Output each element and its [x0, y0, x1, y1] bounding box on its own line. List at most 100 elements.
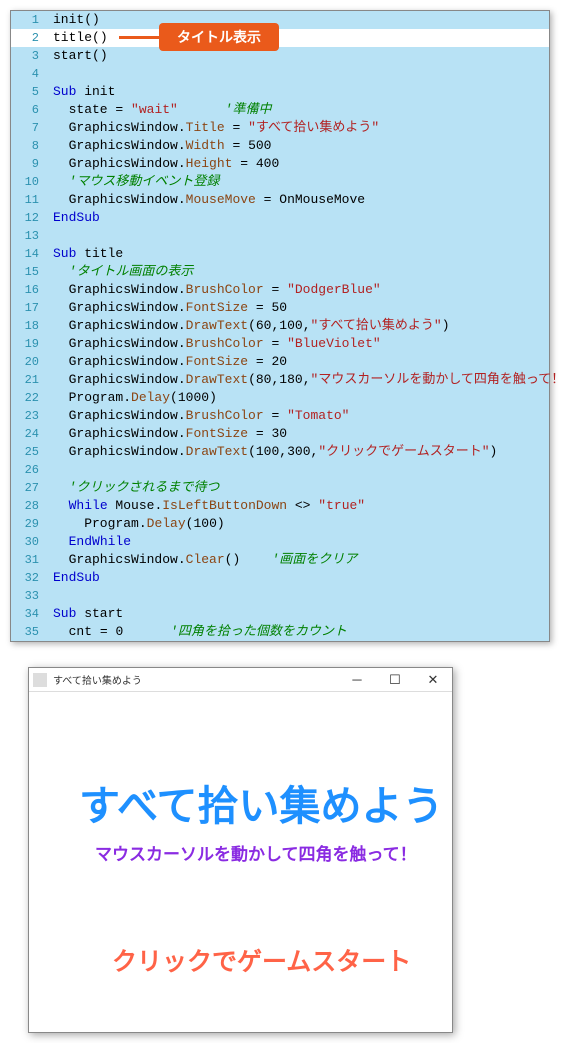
code-line[interactable]: 17 GraphicsWindow.FontSize = 50 — [11, 299, 549, 317]
code-content[interactable]: Sub start — [47, 605, 549, 623]
line-number: 25 — [11, 443, 47, 461]
line-number: 20 — [11, 353, 47, 371]
code-line[interactable]: 12EndSub — [11, 209, 549, 227]
window-title: すべて拾い集めよう — [51, 672, 338, 687]
code-line[interactable]: 32EndSub — [11, 569, 549, 587]
code-line[interactable]: 21 GraphicsWindow.DrawText(80,180,"マウスカー… — [11, 371, 549, 389]
code-line[interactable]: 35 cnt = 0 '四角を拾った個数をカウント — [11, 623, 549, 641]
code-line[interactable]: 16 GraphicsWindow.BrushColor = "DodgerBl… — [11, 281, 549, 299]
line-number: 14 — [11, 245, 47, 263]
line-number: 28 — [11, 497, 47, 515]
code-content[interactable]: GraphicsWindow.BrushColor = "DodgerBlue" — [47, 281, 549, 299]
code-content[interactable]: GraphicsWindow.FontSize = 20 — [47, 353, 549, 371]
code-line[interactable]: 8 GraphicsWindow.Width = 500 — [11, 137, 549, 155]
code-line[interactable]: 18 GraphicsWindow.DrawText(60,100,"すべて拾い… — [11, 317, 549, 335]
output-window: すべて拾い集めよう ─ ☐ ✕ すべて拾い集めよう マウスカーソルを動かして四角… — [28, 667, 453, 1033]
line-number: 23 — [11, 407, 47, 425]
line-number: 10 — [11, 173, 47, 191]
code-content[interactable]: GraphicsWindow.DrawText(60,100,"すべて拾い集めよ… — [47, 317, 549, 335]
code-content[interactable]: GraphicsWindow.Title = "すべて拾い集めよう" — [47, 119, 549, 137]
code-content[interactable]: Program.Delay(1000) — [47, 389, 549, 407]
code-line[interactable]: 22 Program.Delay(1000) — [11, 389, 549, 407]
code-line[interactable]: 24 GraphicsWindow.FontSize = 30 — [11, 425, 549, 443]
code-content[interactable]: 'タイトル画面の表示 — [47, 263, 549, 281]
code-line[interactable]: 27 'クリックされるまで待つ — [11, 479, 549, 497]
code-content[interactable]: GraphicsWindow.Height = 400 — [47, 155, 549, 173]
code-content[interactable]: cnt = 0 '四角を拾った個数をカウント — [47, 623, 549, 641]
code-content[interactable]: Sub init — [47, 83, 549, 101]
code-content[interactable]: Program.Delay(100) — [47, 515, 549, 533]
close-button[interactable]: ✕ — [414, 672, 452, 688]
line-number: 21 — [11, 371, 47, 389]
code-content[interactable]: GraphicsWindow.BrushColor = "BlueViolet" — [47, 335, 549, 353]
code-content[interactable]: GraphicsWindow.DrawText(100,300,"クリックでゲー… — [47, 443, 549, 461]
code-line[interactable]: 6 state = "wait" '準備中 — [11, 101, 549, 119]
line-number: 22 — [11, 389, 47, 407]
start-text: クリックでゲームスタート — [112, 942, 411, 978]
code-line[interactable]: 33 — [11, 587, 549, 605]
code-content[interactable]: GraphicsWindow.FontSize = 50 — [47, 299, 549, 317]
code-line[interactable]: 30 EndWhile — [11, 533, 549, 551]
maximize-button[interactable]: ☐ — [376, 672, 414, 688]
app-icon — [33, 673, 47, 687]
code-content[interactable]: 'マウス移動イベント登録 — [47, 173, 549, 191]
code-line[interactable]: 31 GraphicsWindow.Clear() '画面をクリア — [11, 551, 549, 569]
code-line[interactable]: 9 GraphicsWindow.Height = 400 — [11, 155, 549, 173]
code-line[interactable]: 13 — [11, 227, 549, 245]
code-editor[interactable]: 1init()2title()3start()45Sub init6 state… — [10, 10, 550, 642]
title-text: すべて拾い集めよう — [79, 772, 444, 832]
subtitle-text: マウスカーソルを動かして四角を触って！ — [95, 840, 417, 865]
code-content[interactable]: GraphicsWindow.BrushColor = "Tomato" — [47, 407, 549, 425]
line-number: 8 — [11, 137, 47, 155]
code-line[interactable]: 4 — [11, 65, 549, 83]
minimize-button[interactable]: ─ — [338, 672, 376, 687]
code-content[interactable]: 'クリックされるまで待つ — [47, 479, 549, 497]
code-line[interactable]: 29 Program.Delay(100) — [11, 515, 549, 533]
code-content[interactable]: state = "wait" '準備中 — [47, 101, 549, 119]
code-content[interactable]: Sub title — [47, 245, 549, 263]
code-line[interactable]: 3start() — [11, 47, 549, 65]
graphics-canvas[interactable]: すべて拾い集めよう マウスカーソルを動かして四角を触って！ クリックでゲームスタ… — [29, 692, 452, 1032]
line-number: 24 — [11, 425, 47, 443]
line-number: 13 — [11, 227, 47, 245]
code-line[interactable]: 34Sub start — [11, 605, 549, 623]
code-content[interactable]: EndSub — [47, 209, 549, 227]
code-line[interactable]: 2title() — [11, 29, 549, 47]
callout-connector — [119, 36, 159, 39]
line-number: 33 — [11, 587, 47, 605]
code-line[interactable]: 25 GraphicsWindow.DrawText(100,300,"クリック… — [11, 443, 549, 461]
code-content[interactable]: EndWhile — [47, 533, 549, 551]
code-line[interactable]: 5Sub init — [11, 83, 549, 101]
code-line[interactable]: 23 GraphicsWindow.BrushColor = "Tomato" — [11, 407, 549, 425]
code-content[interactable]: EndSub — [47, 569, 549, 587]
code-line[interactable]: 10 'マウス移動イベント登録 — [11, 173, 549, 191]
line-number: 11 — [11, 191, 47, 209]
line-number: 12 — [11, 209, 47, 227]
code-line[interactable]: 19 GraphicsWindow.BrushColor = "BlueViol… — [11, 335, 549, 353]
line-number: 6 — [11, 101, 47, 119]
line-number: 32 — [11, 569, 47, 587]
code-line[interactable]: 15 'タイトル画面の表示 — [11, 263, 549, 281]
line-number: 18 — [11, 317, 47, 335]
code-content[interactable]: GraphicsWindow.MouseMove = OnMouseMove — [47, 191, 549, 209]
code-line[interactable]: 1init() — [11, 11, 549, 29]
code-content[interactable]: GraphicsWindow.FontSize = 30 — [47, 425, 549, 443]
code-line[interactable]: 14Sub title — [11, 245, 549, 263]
code-line[interactable]: 26 — [11, 461, 549, 479]
code-line[interactable]: 28 While Mouse.IsLeftButtonDown <> "true… — [11, 497, 549, 515]
titlebar[interactable]: すべて拾い集めよう ─ ☐ ✕ — [29, 668, 452, 692]
code-content[interactable]: GraphicsWindow.DrawText(80,180,"マウスカーソルを… — [47, 371, 562, 389]
code-content[interactable]: GraphicsWindow.Width = 500 — [47, 137, 549, 155]
code-content[interactable]: GraphicsWindow.Clear() '画面をクリア — [47, 551, 549, 569]
line-number: 7 — [11, 119, 47, 137]
line-number: 29 — [11, 515, 47, 533]
line-number: 31 — [11, 551, 47, 569]
callout-label: タイトル表示 — [159, 23, 279, 51]
code-content[interactable]: While Mouse.IsLeftButtonDown <> "true" — [47, 497, 549, 515]
code-line[interactable]: 20 GraphicsWindow.FontSize = 20 — [11, 353, 549, 371]
code-line[interactable]: 11 GraphicsWindow.MouseMove = OnMouseMov… — [11, 191, 549, 209]
line-number: 26 — [11, 461, 47, 479]
code-line[interactable]: 7 GraphicsWindow.Title = "すべて拾い集めよう" — [11, 119, 549, 137]
line-number: 3 — [11, 47, 47, 65]
line-number: 9 — [11, 155, 47, 173]
